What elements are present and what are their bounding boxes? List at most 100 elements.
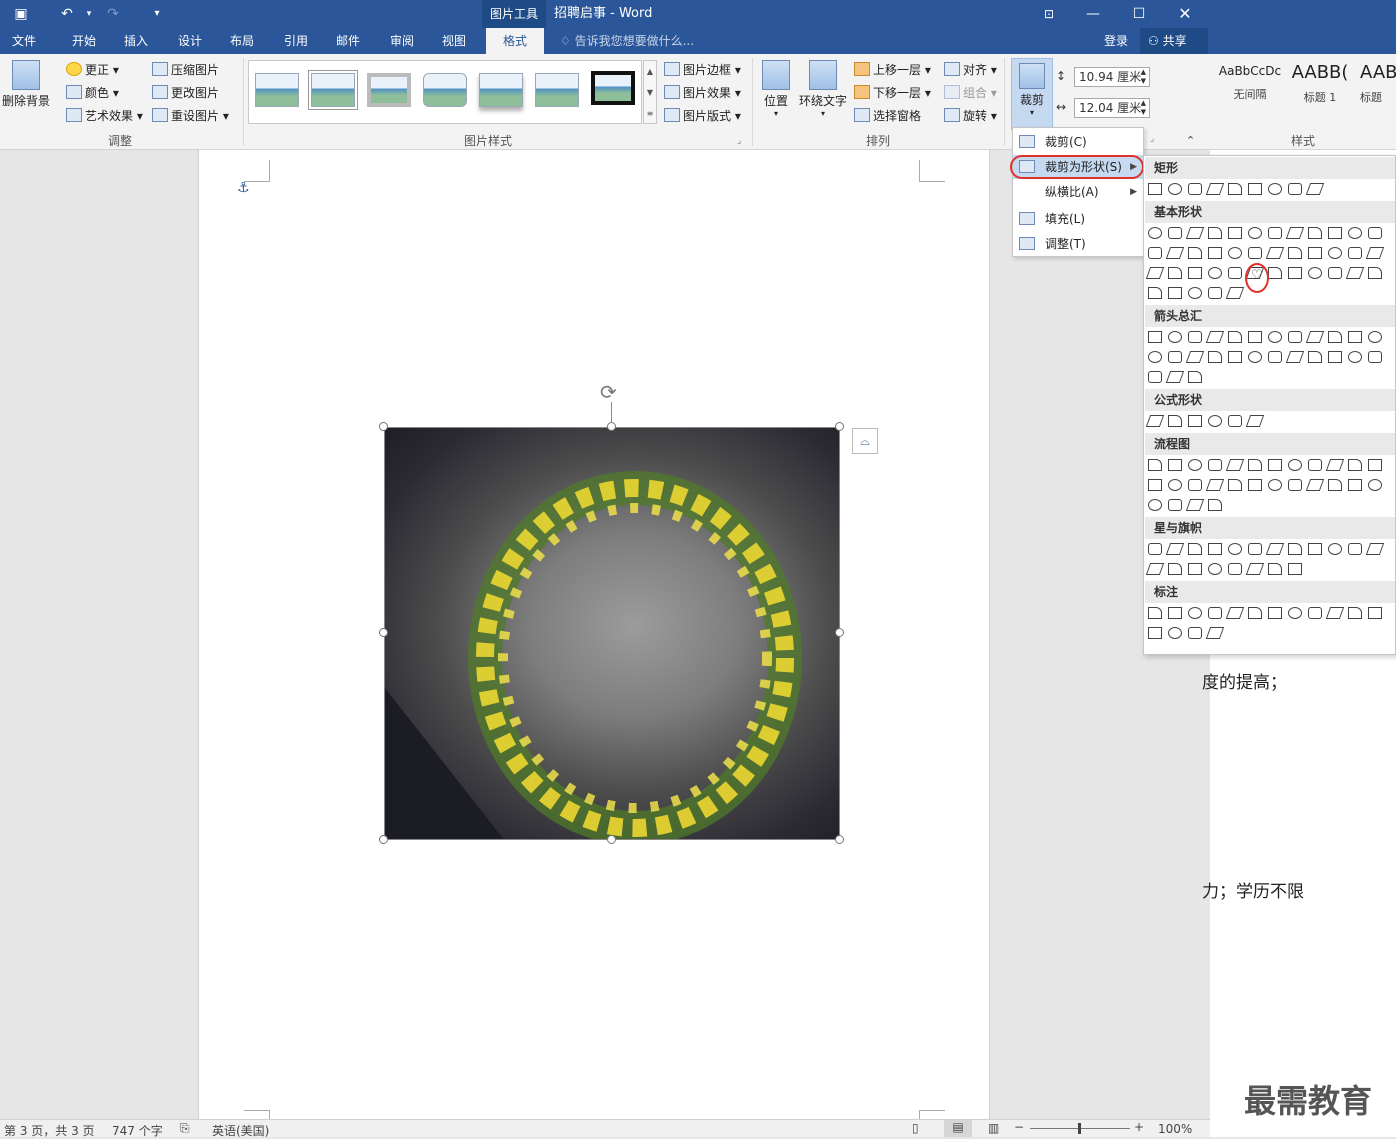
shape-option[interactable] <box>1248 351 1262 363</box>
resize-handle[interactable] <box>379 628 388 637</box>
menu-item-aspect-ratio[interactable]: 纵横比(A) ▶ <box>1013 180 1143 204</box>
shape-option[interactable] <box>1308 227 1322 239</box>
shape-option[interactable] <box>1228 563 1242 575</box>
shape-option[interactable] <box>1185 227 1205 239</box>
shape-option[interactable] <box>1228 247 1242 259</box>
shape-option[interactable] <box>1288 563 1302 575</box>
maximize-icon[interactable]: ☐ <box>1128 4 1150 24</box>
resize-handle[interactable] <box>835 422 844 431</box>
shape-option[interactable] <box>1268 267 1282 279</box>
read-mode-icon[interactable]: ▯ <box>912 1121 919 1135</box>
scroll-up-icon[interactable]: ▲ <box>644 61 656 82</box>
shape-option[interactable] <box>1148 183 1162 195</box>
dialog-launcher-icon[interactable]: ⌟ <box>737 136 741 146</box>
shape-option[interactable] <box>1268 607 1282 619</box>
shape-option[interactable] <box>1205 479 1225 491</box>
zoom-in-icon[interactable]: + <box>1134 1120 1144 1134</box>
shape-option[interactable] <box>1288 267 1302 279</box>
shape-option[interactable] <box>1228 479 1242 491</box>
picture-layout-button[interactable]: 图片版式 ▾ <box>664 106 741 126</box>
shape-option[interactable] <box>1208 459 1222 471</box>
shape-option[interactable] <box>1165 371 1185 383</box>
picture-style-4[interactable] <box>423 73 467 107</box>
position-button[interactable]: 位置 ▾ <box>758 60 794 118</box>
shape-option[interactable] <box>1308 543 1322 555</box>
style-heading-1[interactable]: AABB( 标题 1 <box>1288 62 1352 105</box>
shape-option[interactable] <box>1268 459 1282 471</box>
shape-option[interactable] <box>1188 627 1202 639</box>
shape-option[interactable] <box>1168 287 1182 299</box>
shape-option[interactable] <box>1188 183 1202 195</box>
shape-option[interactable] <box>1305 331 1325 343</box>
resize-handle[interactable] <box>379 422 388 431</box>
shape-option[interactable] <box>1225 287 1245 299</box>
shape-option[interactable] <box>1148 479 1162 491</box>
shape-option[interactable] <box>1168 183 1182 195</box>
print-layout-icon[interactable]: ▤ <box>944 1120 972 1137</box>
shape-option[interactable] <box>1168 607 1182 619</box>
shape-option[interactable] <box>1188 331 1202 343</box>
rotate-button[interactable]: 旋转 ▾ <box>944 106 997 126</box>
shape-option[interactable] <box>1188 371 1202 383</box>
shape-option[interactable] <box>1248 183 1262 195</box>
shape-option[interactable] <box>1188 563 1202 575</box>
shape-option[interactable] <box>1208 351 1222 363</box>
shape-option[interactable] <box>1168 415 1182 427</box>
shape-option[interactable] <box>1225 607 1245 619</box>
style-title[interactable]: AABI 标题 <box>1360 62 1396 105</box>
shape-option[interactable] <box>1308 247 1322 259</box>
shape-option[interactable] <box>1208 499 1222 511</box>
align-button[interactable]: 对齐 ▾ <box>944 60 997 80</box>
color-button[interactable]: 颜色 ▾ <box>66 83 119 103</box>
corrections-button[interactable]: 更正 ▾ <box>66 60 119 80</box>
shape-option[interactable] <box>1168 563 1182 575</box>
resize-handle[interactable] <box>835 835 844 844</box>
shape-option[interactable] <box>1148 607 1162 619</box>
language[interactable]: 英语(美国) <box>212 1122 269 1139</box>
layout-options-icon[interactable]: ⌓ <box>852 428 878 454</box>
shape-option[interactable] <box>1148 499 1162 511</box>
shape-option[interactable] <box>1145 563 1165 575</box>
shape-option[interactable] <box>1168 351 1182 363</box>
shape-option[interactable] <box>1368 607 1382 619</box>
shape-option[interactable] <box>1148 459 1162 471</box>
shape-option[interactable] <box>1188 415 1202 427</box>
picture-style-1[interactable] <box>255 73 299 107</box>
undo-icon[interactable]: ↶ <box>56 4 78 24</box>
zoom-slider-thumb[interactable] <box>1078 1123 1081 1134</box>
shape-option[interactable] <box>1268 183 1282 195</box>
picture-effects-button[interactable]: 图片效果 ▾ <box>664 83 741 103</box>
change-picture-button[interactable]: 更改图片 <box>152 83 219 103</box>
shape-option[interactable] <box>1208 287 1222 299</box>
shape-option[interactable] <box>1348 479 1362 491</box>
shape-option[interactable] <box>1368 331 1382 343</box>
shape-option[interactable] <box>1368 351 1382 363</box>
shape-option[interactable] <box>1248 247 1262 259</box>
shape-option[interactable] <box>1165 247 1185 259</box>
redo-icon[interactable]: ↷ <box>102 4 124 24</box>
shape-option[interactable] <box>1288 479 1302 491</box>
web-layout-icon[interactable]: ▥ <box>988 1121 999 1135</box>
width-input[interactable]: 12.04 厘米 ▲ ▼ <box>1074 98 1150 118</box>
tab-format[interactable]: 格式 <box>486 28 544 54</box>
collapse-ribbon-icon[interactable]: ⌃ <box>1186 134 1195 147</box>
shape-option[interactable] <box>1288 607 1302 619</box>
shape-option[interactable] <box>1325 607 1345 619</box>
shape-option[interactable] <box>1308 267 1322 279</box>
shape-option[interactable] <box>1148 351 1162 363</box>
tab-review[interactable]: 审阅 <box>384 28 420 54</box>
shape-option[interactable] <box>1305 183 1325 195</box>
shape-option[interactable] <box>1228 415 1242 427</box>
shape-option[interactable] <box>1185 351 1205 363</box>
shape-option[interactable] <box>1185 499 1205 511</box>
shape-option[interactable] <box>1208 563 1222 575</box>
artistic-effects-button[interactable]: 艺术效果 ▾ <box>66 106 143 126</box>
style-no-spacing[interactable]: AaBbCcDc 无间隔 <box>1214 64 1286 102</box>
picture-border-button[interactable]: 图片边框 ▾ <box>664 60 741 80</box>
shape-option[interactable] <box>1208 247 1222 259</box>
shape-option[interactable] <box>1145 267 1165 279</box>
shape-option[interactable] <box>1205 331 1225 343</box>
shape-option[interactable] <box>1168 627 1182 639</box>
tab-insert[interactable]: 插入 <box>118 28 154 54</box>
shape-option[interactable] <box>1188 287 1202 299</box>
